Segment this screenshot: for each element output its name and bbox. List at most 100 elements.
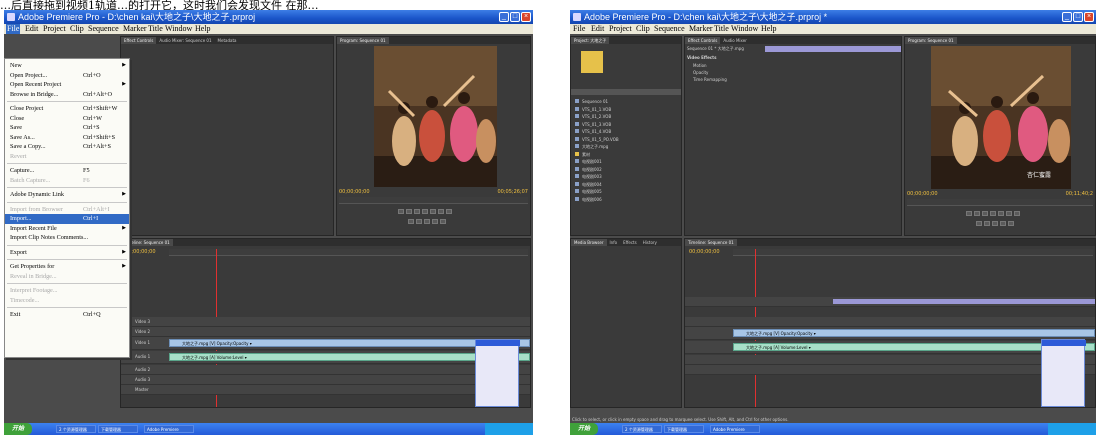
file-menu-item[interactable]: Adobe Dynamic Link ▶ <box>5 190 129 200</box>
file-menu-item[interactable]: Import... Ctrl+I <box>5 214 129 224</box>
project-search-bar[interactable] <box>571 89 681 95</box>
right-transport-controls-2[interactable] <box>975 221 1015 228</box>
menu-sequence[interactable]: Sequence <box>653 24 686 34</box>
file-menu-item[interactable]: Import Recent File ▶ <box>5 224 129 234</box>
maximize-icon[interactable]: □ <box>1073 12 1083 22</box>
menu-window[interactable]: Window <box>730 24 759 34</box>
file-menu-item[interactable]: Capture... F5 <box>5 166 129 176</box>
file-menu-item-shortcut: Ctrl+O <box>83 71 101 79</box>
effect-clip-bar[interactable] <box>765 46 901 52</box>
left-transport-controls-2[interactable] <box>407 219 447 226</box>
taskbar-explorer[interactable]: 2 个资源管理器 <box>622 425 662 433</box>
maximize-icon[interactable]: □ <box>510 12 520 22</box>
right-purple-clip[interactable] <box>833 299 1095 304</box>
menu-sequence[interactable]: Sequence <box>87 24 120 34</box>
submenu-arrow-icon: ▶ <box>122 63 126 68</box>
close-icon[interactable]: × <box>521 12 531 22</box>
bin-item-label: 电视剧002 <box>582 166 602 172</box>
file-menu-item[interactable]: Close Project Ctrl+Shift+W <box>5 104 129 114</box>
left-transport-controls[interactable] <box>397 209 453 216</box>
menu-project[interactable]: Project <box>42 24 67 34</box>
file-menu-item[interactable]: Browse in Bridge... Ctrl+Alt+O <box>5 90 129 100</box>
taskbar-download[interactable]: 下载管理器 <box>664 425 704 433</box>
start-button[interactable]: 开始 <box>4 423 32 435</box>
menu-title[interactable]: Title <box>713 24 730 34</box>
bin-item[interactable]: 电视剧004 <box>575 181 679 189</box>
start-button[interactable]: 开始 <box>570 423 598 435</box>
menu-separator <box>7 244 127 246</box>
menu-edit[interactable]: Edit <box>24 24 39 34</box>
menu-title[interactable]: Title <box>147 24 164 34</box>
bin-item[interactable]: VTS_01_5_PO.VOB <box>575 136 679 144</box>
file-menu-item-label: Open Recent Project <box>10 81 62 88</box>
right-program-tab[interactable]: Program: Sequence 01 <box>905 37 957 44</box>
left-floating-panel[interactable] <box>475 339 520 407</box>
right-taskbar: 开始 2 个资源管理器 下载管理器 Adobe Premiere <box>570 423 1096 435</box>
bin-item[interactable]: VTS_01_4.VOB <box>575 129 679 136</box>
file-menu-item-shortcut: Ctrl+Shift+S <box>83 133 116 141</box>
file-menu-item[interactable]: Import Clip Notes Comments... <box>5 233 129 243</box>
file-menu-item[interactable]: Open Recent Project ▶ <box>5 80 129 90</box>
menu-edit[interactable]: Edit <box>590 24 605 34</box>
file-menu-item[interactable]: Exit Ctrl+Q <box>5 310 129 320</box>
file-menu-item[interactable]: Open Project... Ctrl+O <box>5 71 129 81</box>
menu-marker[interactable]: Marker <box>122 24 148 34</box>
bin-item-label: 电视剧005 <box>582 189 602 194</box>
file-menu-item-label: Save <box>10 124 23 131</box>
effect-time-remapping[interactable]: Time Remapping <box>693 77 727 82</box>
bin-item[interactable]: VTS_01_1.VOB <box>575 106 679 114</box>
bin-item[interactable]: 电视剧003 <box>575 174 679 181</box>
menu-help[interactable]: Help <box>194 24 212 34</box>
menu-clip[interactable]: Clip <box>635 24 651 34</box>
file-menu-item[interactable]: New ▶ <box>5 61 129 71</box>
taskbar-premiere[interactable]: Adobe Premiere <box>710 425 760 433</box>
file-menu-item[interactable]: Save As... Ctrl+Shift+S <box>5 133 129 143</box>
bin-item[interactable]: 电视剧005 <box>575 189 679 196</box>
bin-item[interactable]: 大地之子.mpg <box>575 144 679 151</box>
menu-file[interactable]: File <box>6 24 21 34</box>
right-timeline-ruler[interactable] <box>733 249 1093 256</box>
right-floating-panel[interactable] <box>1041 339 1086 407</box>
audio-mixer-tab[interactable]: Audio Mixer <box>720 37 750 44</box>
left-timeline-ruler[interactable] <box>169 249 528 256</box>
bin-item[interactable]: VTS_01_2.VOB <box>575 114 679 121</box>
menu-project[interactable]: Project <box>608 24 633 34</box>
effect-motion[interactable]: Motion <box>693 63 707 68</box>
bin-item[interactable]: 素材 <box>575 151 679 159</box>
bin-item-label: 电视剧001 <box>582 159 602 164</box>
right-transport-controls[interactable] <box>965 211 1021 218</box>
file-menu-item[interactable]: Export ▶ <box>5 248 129 258</box>
bin-item[interactable]: 电视剧001 <box>575 159 679 166</box>
bin-item[interactable]: 电视剧002 <box>575 166 679 174</box>
left-program-tab[interactable]: Program: Sequence 01 <box>337 37 389 44</box>
left-program-ruler[interactable] <box>339 197 528 204</box>
taskbar-download[interactable]: 下载管理器 <box>98 425 138 433</box>
file-menu-item-label: Exit <box>10 311 21 318</box>
right-video-clip[interactable]: 大地之子.mpg [V] Opacity:Opacity ▾ <box>733 329 1095 337</box>
minimize-icon[interactable]: _ <box>499 12 509 22</box>
project-tab[interactable]: Project: 大地之子 <box>571 37 610 44</box>
bin-item[interactable]: Sequence 01 <box>575 99 679 106</box>
taskbar-explorer[interactable]: 2 个资源管理器 <box>56 425 96 433</box>
close-icon[interactable]: × <box>1084 12 1094 22</box>
file-menu-item[interactable]: Save a Copy... Ctrl+Alt+S <box>5 142 129 152</box>
file-menu-item[interactable]: Close Ctrl+W <box>5 114 129 124</box>
minimize-icon[interactable]: _ <box>1062 12 1072 22</box>
effect-opacity[interactable]: Opacity <box>693 70 708 75</box>
bin-item[interactable]: 电视剧006 <box>575 196 679 204</box>
menu-window[interactable]: Window <box>164 24 193 34</box>
menu-help[interactable]: Help <box>760 24 778 34</box>
bin-item[interactable]: VTS_01_3.VOB <box>575 121 679 129</box>
menu-marker[interactable]: Marker <box>688 24 714 34</box>
submenu-arrow-icon: ▶ <box>122 192 126 197</box>
file-menu-item[interactable]: Save Ctrl+S <box>5 123 129 133</box>
menu-file[interactable]: File <box>572 24 586 34</box>
right-window-title: Adobe Premiere Pro - D:\chen kai\大地之子\大地… <box>584 12 828 22</box>
file-menu-item: Revert <box>5 152 129 162</box>
file-menu-item[interactable]: Get Properties for ▶ <box>5 262 129 272</box>
menu-separator <box>7 283 127 284</box>
right-program-ruler[interactable] <box>907 199 1093 206</box>
taskbar-premiere[interactable]: Adobe Premiere <box>144 425 194 433</box>
effect-controls-tab[interactable]: Effect Controls <box>685 37 721 44</box>
menu-clip[interactable]: Clip <box>69 24 85 34</box>
